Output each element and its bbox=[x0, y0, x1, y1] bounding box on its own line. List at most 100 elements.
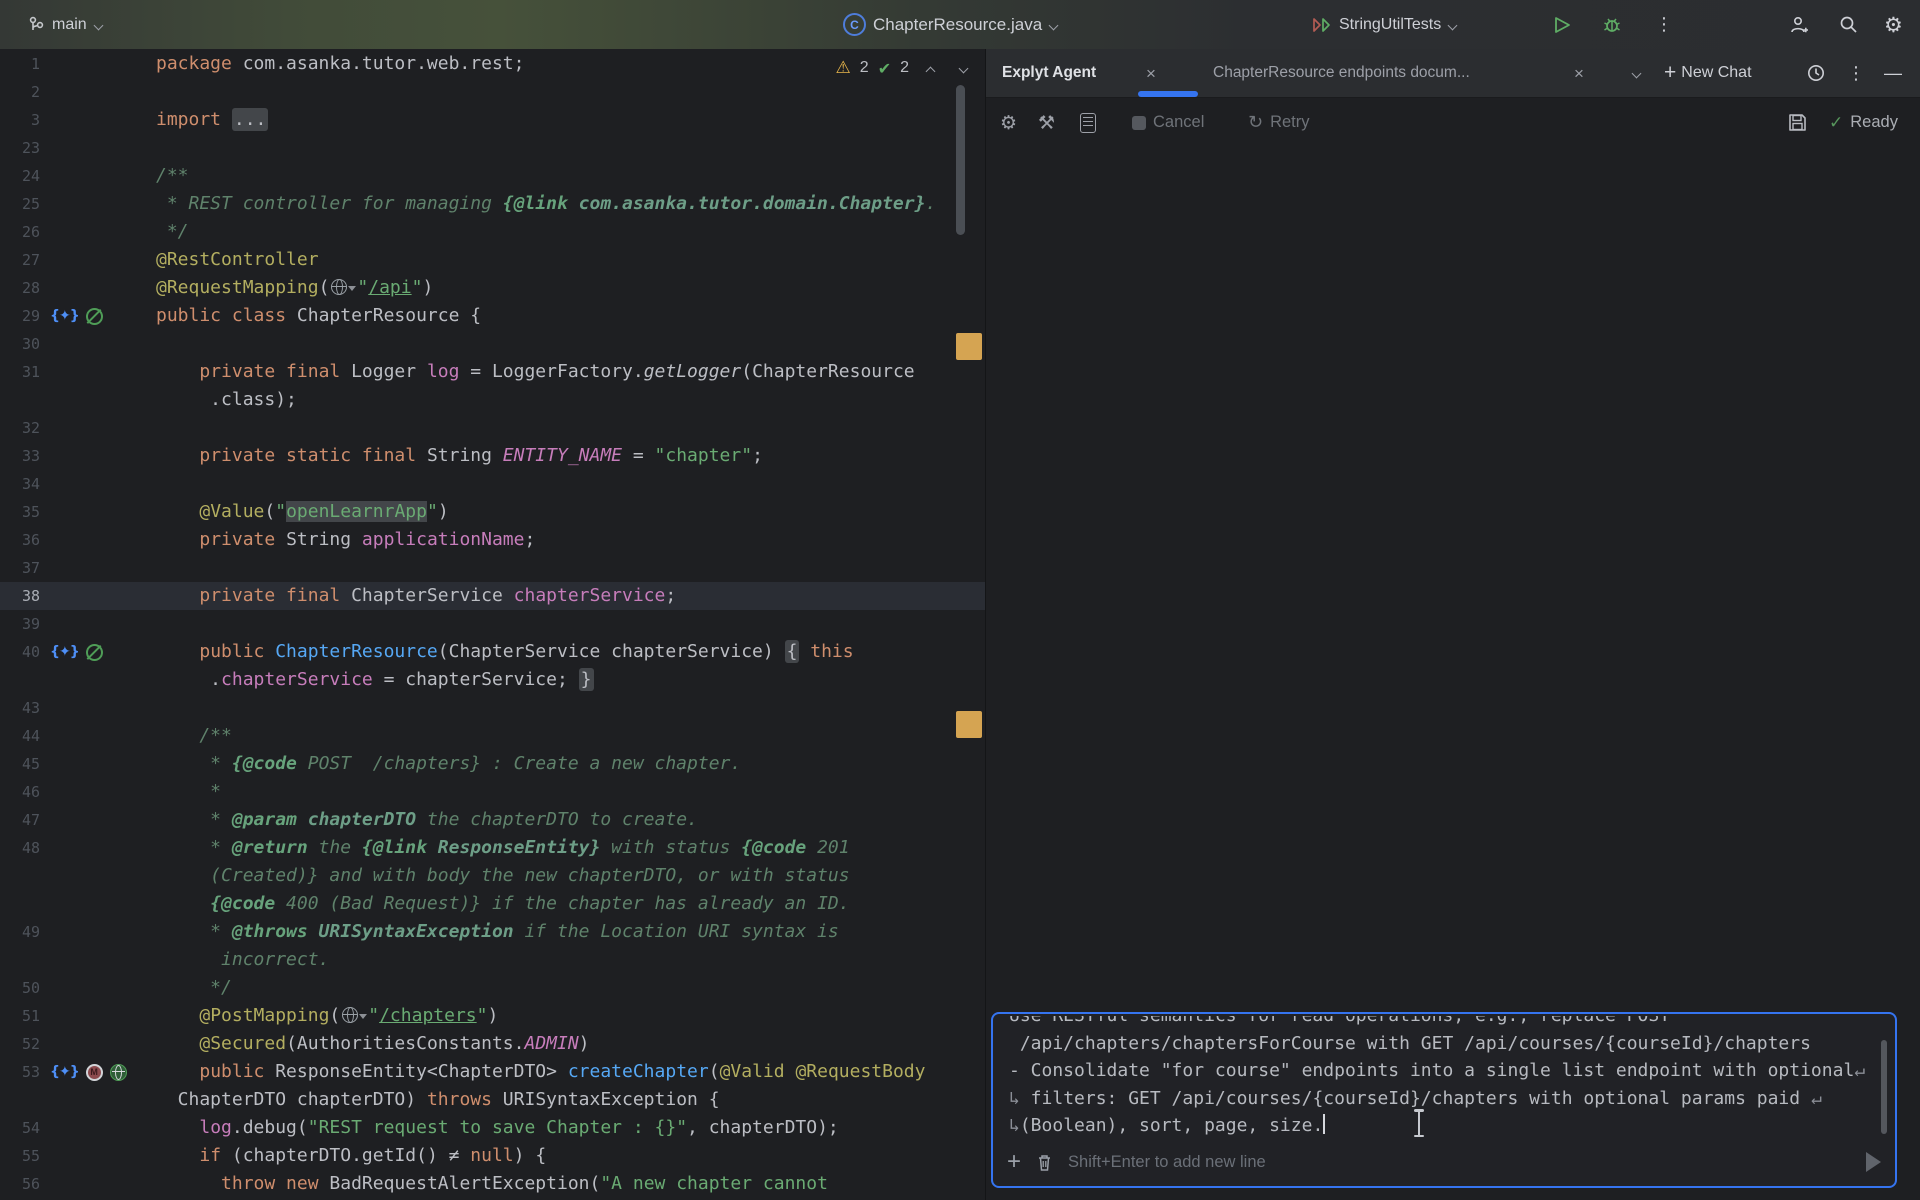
line-number: 26 bbox=[0, 218, 44, 246]
code-with-me-button[interactable] bbox=[1788, 0, 1810, 49]
gutter bbox=[44, 806, 156, 834]
debug-icon bbox=[1601, 14, 1623, 36]
chevron-down-icon bbox=[1448, 20, 1458, 30]
line-number: 37 bbox=[0, 554, 44, 582]
globe-icon bbox=[342, 1007, 358, 1023]
search-everywhere-button[interactable] bbox=[1838, 0, 1859, 49]
retry-button[interactable]: ↻ Retry bbox=[1248, 98, 1310, 147]
line-number: 56 bbox=[0, 1170, 44, 1198]
line-number: 38 bbox=[0, 582, 44, 610]
more-actions[interactable]: ⋮ bbox=[1655, 0, 1673, 49]
chat-settings-button[interactable]: ⚙ bbox=[1000, 98, 1017, 147]
code-text: public ChapterResource(ChapterService ch… bbox=[156, 638, 854, 666]
gutter bbox=[44, 50, 156, 78]
title-bar: main C ChapterResource.java StringUtilTe… bbox=[0, 0, 1920, 49]
globe-mapping-icon[interactable] bbox=[340, 1005, 368, 1026]
line-number: 39 bbox=[0, 610, 44, 638]
send-icon[interactable] bbox=[1866, 1152, 1881, 1172]
line-number: 49 bbox=[0, 918, 44, 946]
git-branch-icon bbox=[28, 16, 45, 34]
file-name: ChapterResource.java bbox=[873, 15, 1042, 35]
recursive-call-icon[interactable]: M bbox=[86, 1064, 103, 1081]
gutter bbox=[44, 1030, 156, 1058]
code-text: log.debug("REST request to save Chapter … bbox=[156, 1114, 839, 1142]
line-number bbox=[0, 1086, 44, 1114]
attach-plus-icon[interactable]: + bbox=[1007, 1150, 1021, 1174]
line-number: 36 bbox=[0, 526, 44, 554]
code-line: 40{✦} public ChapterResource(ChapterServ… bbox=[0, 638, 985, 666]
chat-report-button[interactable] bbox=[1080, 98, 1096, 147]
tab-explyt-agent[interactable]: Explyt Agent bbox=[1002, 49, 1096, 97]
tab-list-dropdown[interactable] bbox=[1632, 49, 1642, 97]
prev-problem-icon[interactable] bbox=[926, 63, 936, 73]
run-config-selector[interactable]: StringUtilTests bbox=[1312, 0, 1458, 49]
plus-icon: + bbox=[1664, 61, 1676, 85]
code-text: * REST controller for managing {@link co… bbox=[156, 190, 936, 218]
code-text: @Secured(AuthoritiesConstants.ADMIN) bbox=[156, 1030, 590, 1058]
chat-history-button[interactable] bbox=[1806, 49, 1826, 97]
next-problem-icon[interactable] bbox=[959, 63, 969, 73]
code-text: import ... bbox=[156, 106, 268, 134]
code-text: */ bbox=[156, 218, 189, 246]
code-text: /** bbox=[156, 722, 232, 750]
gutter bbox=[44, 946, 156, 974]
code-text: * bbox=[156, 778, 221, 806]
chat-input-scrollbar[interactable] bbox=[1881, 1040, 1887, 1134]
code-text: incorrect. bbox=[156, 946, 329, 974]
line-number: 24 bbox=[0, 162, 44, 190]
line-number bbox=[0, 890, 44, 918]
branch-widget[interactable]: main bbox=[28, 0, 104, 49]
file-switcher[interactable]: C ChapterResource.java bbox=[843, 0, 1059, 49]
ai-generate-icon[interactable]: {✦} bbox=[50, 1058, 79, 1086]
code-line: 37 bbox=[0, 554, 985, 582]
settings-button[interactable]: ⚙ bbox=[1884, 0, 1920, 49]
run-config-name: StringUtilTests bbox=[1339, 16, 1441, 34]
editor-scrollbar[interactable] bbox=[956, 85, 965, 235]
run-button[interactable] bbox=[1552, 0, 1572, 49]
code-editor[interactable]: 1package com.asanka.tutor.web.rest;23imp… bbox=[0, 49, 985, 1200]
code-line: 27@RestController bbox=[0, 246, 985, 274]
line-number: 2 bbox=[0, 78, 44, 106]
cancel-button[interactable]: Cancel bbox=[1132, 98, 1204, 147]
editor-rows: 1package com.asanka.tutor.web.rest;23imp… bbox=[0, 50, 985, 1198]
tab-chapterresource-endpoints[interactable]: ChapterResource endpoints docum... bbox=[1213, 49, 1470, 97]
close-icon: × bbox=[1146, 65, 1156, 82]
gutter bbox=[44, 1086, 156, 1114]
chat-input[interactable]: Use RESTful semantics for read operation… bbox=[991, 1012, 1897, 1188]
run-disabled-icon[interactable] bbox=[86, 644, 103, 661]
code-text: public ResponseEntity<ChapterDTO> create… bbox=[156, 1058, 925, 1086]
ai-generate-icon[interactable]: {✦} bbox=[50, 302, 79, 330]
branch-name: main bbox=[52, 16, 87, 34]
chat-tools-button[interactable]: ⚒ bbox=[1038, 98, 1055, 147]
debug-button[interactable] bbox=[1601, 0, 1623, 49]
code-text: @RestController bbox=[156, 246, 319, 274]
code-line: 35 @Value("openLearnrApp") bbox=[0, 498, 985, 526]
gutter bbox=[44, 330, 156, 358]
tab-close-button[interactable]: × bbox=[1146, 49, 1156, 97]
save-chat-button[interactable] bbox=[1788, 98, 1807, 147]
code-text: * @return the {@link ResponseEntity} wit… bbox=[156, 834, 850, 862]
cancel-label: Cancel bbox=[1153, 113, 1204, 132]
line-number: 33 bbox=[0, 442, 44, 470]
inspections-widget[interactable]: ⚠ 2 ✔ 2 bbox=[836, 58, 969, 78]
run-disabled-icon[interactable] bbox=[86, 308, 103, 325]
tab-close-button[interactable]: × bbox=[1574, 49, 1584, 97]
globe-mapping-icon[interactable] bbox=[329, 277, 357, 298]
new-chat-button[interactable]: + New Chat bbox=[1664, 49, 1752, 97]
code-line: 26 */ bbox=[0, 218, 985, 246]
code-line: 33 private static final String ENTITY_NA… bbox=[0, 442, 985, 470]
endpoint-globe-icon[interactable] bbox=[110, 1064, 127, 1081]
active-tab-underline bbox=[1138, 91, 1198, 97]
chat-input-text[interactable]: Use RESTful semantics for read operation… bbox=[1009, 1016, 1869, 1142]
hide-panel-button[interactable]: — bbox=[1884, 49, 1902, 97]
panel-more-button[interactable]: ⋮ bbox=[1847, 49, 1865, 97]
chevron-down-icon bbox=[1049, 20, 1059, 30]
code-line: 46 * bbox=[0, 778, 985, 806]
code-text: .chapterService = chapterService; } bbox=[156, 666, 594, 694]
gutter bbox=[44, 1142, 156, 1170]
trash-icon[interactable] bbox=[1036, 1153, 1053, 1172]
gutter bbox=[44, 862, 156, 890]
ai-generate-icon[interactable]: {✦} bbox=[50, 638, 79, 666]
gutter bbox=[44, 470, 156, 498]
code-line: 23 bbox=[0, 134, 985, 162]
